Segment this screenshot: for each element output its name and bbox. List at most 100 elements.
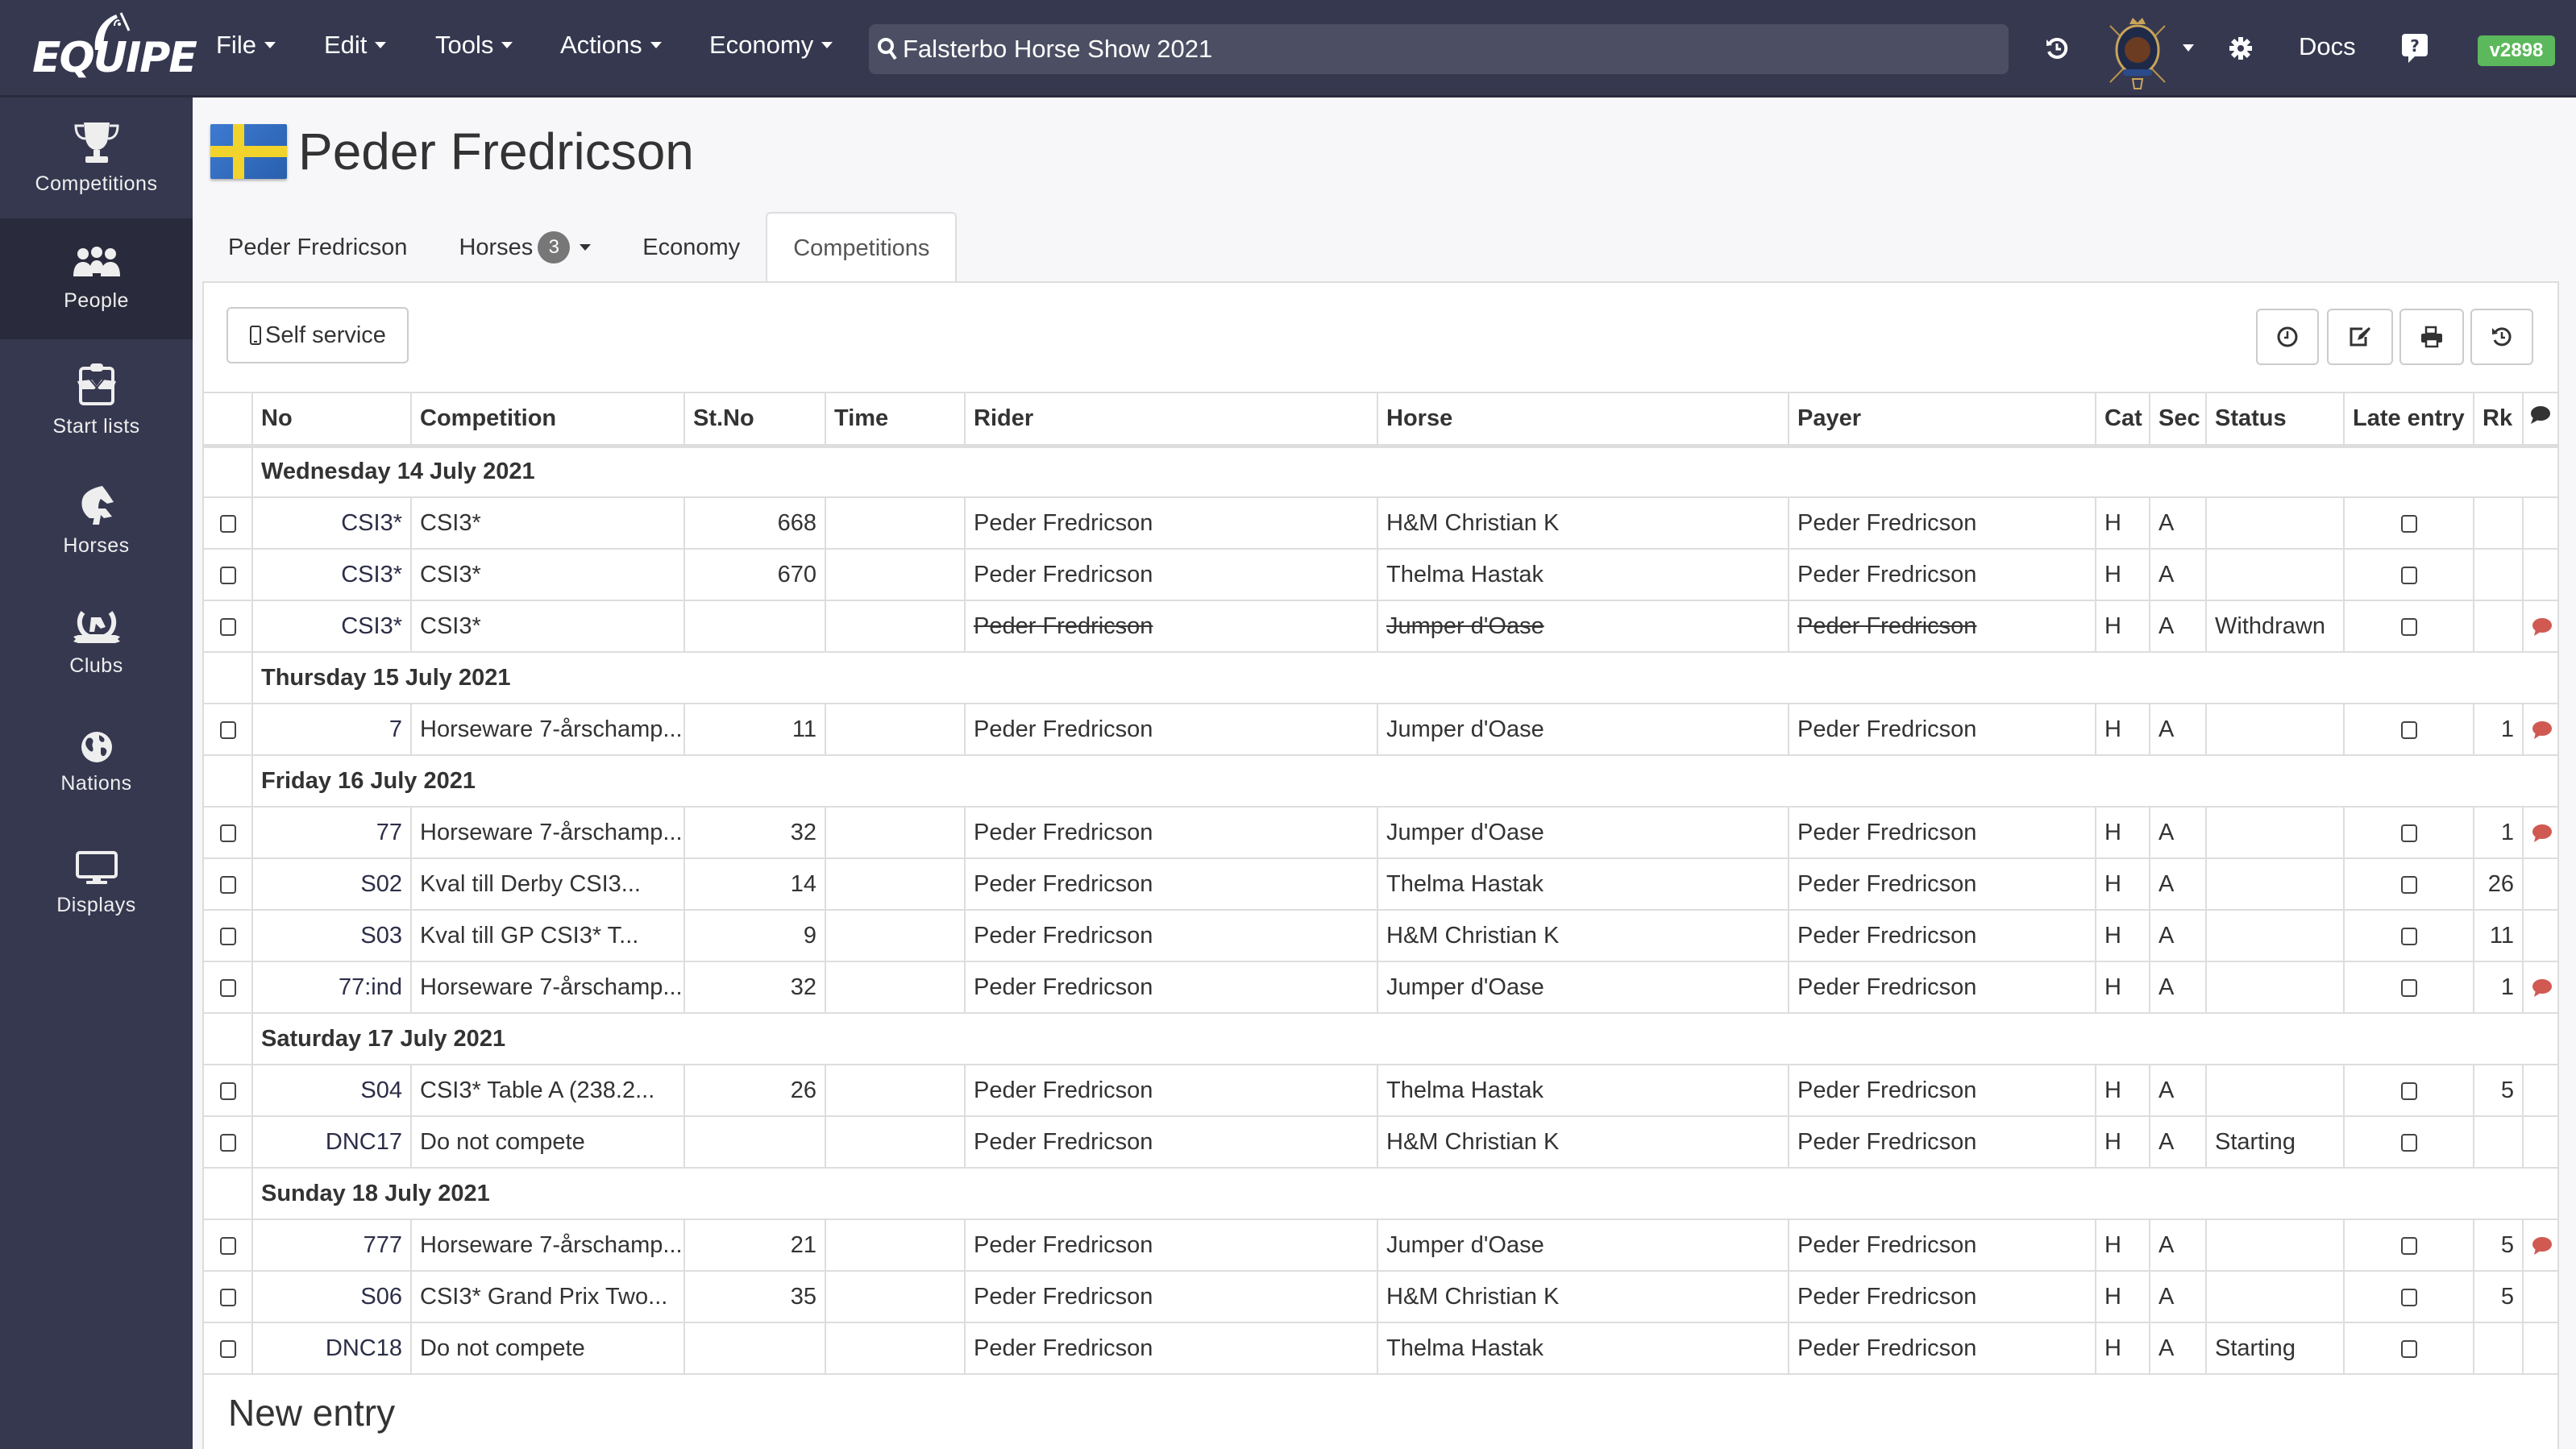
competition-no-link[interactable]: S03 bbox=[252, 910, 411, 961]
table-row[interactable]: CSI3*CSI3*668Peder FredricsonH&M Christi… bbox=[204, 497, 2559, 549]
table-row[interactable]: S03Kval till GP CSI3* T...9Peder Fredric… bbox=[204, 910, 2559, 961]
competition-no-link[interactable]: CSI3* bbox=[252, 549, 411, 600]
late-entry-checkbox[interactable] bbox=[2401, 928, 2417, 945]
sidebar-item-nations[interactable]: Nations bbox=[0, 702, 193, 823]
competition-no-link[interactable]: CSI3* bbox=[252, 497, 411, 549]
sidebar-item-people[interactable]: People bbox=[0, 218, 193, 339]
menu-tools[interactable]: Tools bbox=[435, 31, 513, 60]
table-row[interactable]: S02Kval till Derby CSI3...14Peder Fredri… bbox=[204, 858, 2559, 910]
event-dropdown-caret[interactable] bbox=[2183, 44, 2194, 52]
col-late-entry[interactable]: Late entry bbox=[2344, 392, 2474, 446]
table-row[interactable]: 77:indHorseware 7-årschamp...32Peder Fre… bbox=[204, 961, 2559, 1013]
col-horse[interactable]: Horse bbox=[1377, 392, 1789, 446]
table-row[interactable]: CSI3*CSI3*670Peder FredricsonThelma Hast… bbox=[204, 549, 2559, 600]
late-entry-checkbox[interactable] bbox=[2401, 1289, 2417, 1306]
competition-no-link[interactable]: S06 bbox=[252, 1271, 411, 1322]
late-entry-checkbox[interactable] bbox=[2401, 824, 2417, 842]
sidebar-item-horses[interactable]: Horses bbox=[0, 460, 193, 581]
self-service-button[interactable]: Self service bbox=[226, 307, 409, 363]
history-button[interactable] bbox=[2041, 32, 2073, 64]
menu-edit[interactable]: Edit bbox=[324, 31, 386, 60]
comment-icon[interactable] bbox=[2530, 617, 2553, 637]
table-row[interactable]: DNC17Do not competePeder FredricsonH&M C… bbox=[204, 1116, 2559, 1168]
comment-icon[interactable] bbox=[2530, 1236, 2553, 1256]
competition-no-link[interactable]: 77 bbox=[252, 807, 411, 858]
tab-economy[interactable]: Economy bbox=[617, 212, 766, 283]
late-entry-checkbox[interactable] bbox=[2401, 618, 2417, 636]
late-entry-checkbox[interactable] bbox=[2401, 979, 2417, 997]
col-rider[interactable]: Rider bbox=[965, 392, 1377, 446]
col-time[interactable]: Time bbox=[825, 392, 965, 446]
row-select-checkbox[interactable] bbox=[220, 876, 236, 894]
competition-no-link[interactable]: S02 bbox=[252, 858, 411, 910]
sidebar-item-competitions[interactable]: Competitions bbox=[0, 98, 193, 218]
table-row[interactable]: S06CSI3* Grand Prix Two...35Peder Fredri… bbox=[204, 1271, 2559, 1322]
late-entry-checkbox[interactable] bbox=[2401, 567, 2417, 584]
row-select-checkbox[interactable] bbox=[220, 1237, 236, 1255]
col-status[interactable]: Status bbox=[2206, 392, 2344, 446]
edit-button[interactable] bbox=[2327, 309, 2393, 365]
menu-economy[interactable]: Economy bbox=[709, 31, 833, 60]
competition-no-link[interactable]: 7 bbox=[252, 704, 411, 755]
row-select-checkbox[interactable] bbox=[220, 515, 236, 533]
comment-icon[interactable] bbox=[2530, 720, 2553, 740]
menu-file[interactable]: File bbox=[216, 31, 276, 60]
late-entry-checkbox[interactable] bbox=[2401, 1237, 2417, 1255]
help-button[interactable]: ? bbox=[2400, 32, 2429, 64]
row-select-checkbox[interactable] bbox=[220, 1082, 236, 1100]
row-select-checkbox[interactable] bbox=[220, 979, 236, 997]
print-button[interactable] bbox=[2399, 309, 2464, 365]
table-row[interactable]: 7Horseware 7-årschamp...11Peder Fredrics… bbox=[204, 704, 2559, 755]
late-entry-checkbox[interactable] bbox=[2401, 1340, 2417, 1358]
row-select-checkbox[interactable] bbox=[220, 824, 236, 842]
col-stno[interactable]: St.No bbox=[684, 392, 825, 446]
col-rk[interactable]: Rk bbox=[2474, 392, 2523, 446]
horse-name: H&M Christian K bbox=[1377, 1271, 1789, 1322]
competition-no-link[interactable]: CSI3* bbox=[252, 600, 411, 652]
sidebar-item-displays[interactable]: Displays bbox=[0, 823, 193, 944]
late-entry-checkbox[interactable] bbox=[2401, 876, 2417, 894]
comment-icon[interactable] bbox=[2530, 978, 2553, 998]
clock-button[interactable] bbox=[2256, 309, 2319, 365]
competition-no-link[interactable]: 777 bbox=[252, 1219, 411, 1271]
row-select-checkbox[interactable] bbox=[220, 1134, 236, 1152]
tab-person[interactable]: Peder Fredricson bbox=[202, 212, 433, 283]
history-button[interactable] bbox=[2470, 309, 2533, 365]
col-competition[interactable]: Competition bbox=[411, 392, 684, 446]
table-row[interactable]: 77Horseware 7-årschamp...32Peder Fredric… bbox=[204, 807, 2559, 858]
docs-link[interactable]: Docs bbox=[2299, 32, 2356, 61]
competition-no-link[interactable]: S04 bbox=[252, 1065, 411, 1116]
col-payer[interactable]: Payer bbox=[1789, 392, 2096, 446]
late-entry-checkbox[interactable] bbox=[2401, 1082, 2417, 1100]
global-search[interactable] bbox=[869, 24, 2009, 74]
col-sec[interactable]: Sec bbox=[2150, 392, 2206, 446]
equipe-logo[interactable]: EQUIPE bbox=[31, 11, 187, 85]
sidebar-item-clubs[interactable]: Clubs bbox=[0, 581, 193, 702]
row-select-checkbox[interactable] bbox=[220, 1340, 236, 1358]
menu-actions[interactable]: Actions bbox=[560, 31, 662, 60]
tab-horses[interactable]: Horses 3 bbox=[433, 212, 617, 283]
tab-competitions[interactable]: Competitions bbox=[766, 212, 957, 283]
competition-no-link[interactable]: DNC18 bbox=[252, 1322, 411, 1374]
table-row[interactable]: CSI3*CSI3*Peder FredricsonJumper d'OaseP… bbox=[204, 600, 2559, 652]
row-select-checkbox[interactable] bbox=[220, 567, 236, 584]
comment-icon[interactable] bbox=[2530, 824, 2553, 843]
row-select-checkbox[interactable] bbox=[220, 618, 236, 636]
row-select-checkbox[interactable] bbox=[220, 721, 236, 739]
competition-no-link[interactable]: 77:ind bbox=[252, 961, 411, 1013]
late-entry-checkbox[interactable] bbox=[2401, 515, 2417, 533]
search-input[interactable] bbox=[903, 35, 1951, 64]
col-no[interactable]: No bbox=[252, 392, 411, 446]
settings-button[interactable] bbox=[2226, 34, 2255, 63]
event-emblem[interactable] bbox=[2105, 10, 2170, 90]
row-select-checkbox[interactable] bbox=[220, 1289, 236, 1306]
table-row[interactable]: S04CSI3* Table A (238.2...26Peder Fredri… bbox=[204, 1065, 2559, 1116]
competition-no-link[interactable]: DNC17 bbox=[252, 1116, 411, 1168]
table-row[interactable]: DNC18Do not competePeder FredricsonThelm… bbox=[204, 1322, 2559, 1374]
col-cat[interactable]: Cat bbox=[2096, 392, 2150, 446]
table-row[interactable]: 777Horseware 7-årschamp...21Peder Fredri… bbox=[204, 1219, 2559, 1271]
late-entry-checkbox[interactable] bbox=[2401, 1134, 2417, 1152]
row-select-checkbox[interactable] bbox=[220, 928, 236, 945]
late-entry-checkbox[interactable] bbox=[2401, 721, 2417, 739]
sidebar-item-start-lists[interactable]: Start lists bbox=[0, 339, 193, 460]
